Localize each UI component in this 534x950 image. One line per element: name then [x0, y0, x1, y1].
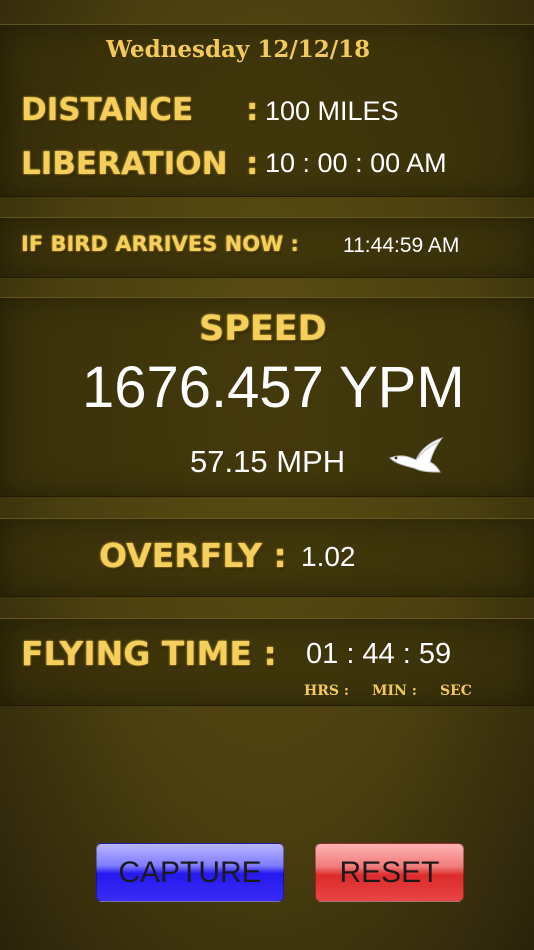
reset-button[interactable]: RESET: [315, 843, 464, 902]
sec-label: SEC: [440, 683, 472, 699]
distance-value: 100 MILES: [265, 96, 399, 126]
liberation-value: 10 : 00 : 00 AM: [265, 148, 447, 178]
dove-icon: [389, 437, 444, 473]
speed-mph-value: 57.15 MPH: [190, 444, 346, 479]
distance-label: DISTANCE: [21, 92, 194, 128]
speed-label: SPEED: [199, 309, 327, 349]
date-label: Wednesday 12/12/18: [106, 36, 371, 63]
overfly-value: 1.02: [301, 541, 356, 572]
speed-ypm-value: 1676.457 YPM: [82, 355, 465, 420]
capture-button[interactable]: CAPTURE: [96, 843, 284, 902]
flying-time-value: 01 : 44 : 59: [306, 638, 452, 670]
liberation-colon: :: [246, 146, 259, 182]
hrs-label: HRS :: [304, 683, 350, 699]
liberation-label: LIBERATION: [21, 146, 228, 182]
arrival-label: IF BIRD ARRIVES NOW :: [21, 232, 299, 256]
arrival-value: 11:44:59 AM: [343, 234, 460, 257]
flying-time-label: FLYING TIME :: [21, 634, 277, 673]
min-label: MIN :: [372, 683, 417, 699]
distance-colon: :: [246, 92, 259, 128]
overfly-label: OVERFLY :: [99, 536, 287, 575]
